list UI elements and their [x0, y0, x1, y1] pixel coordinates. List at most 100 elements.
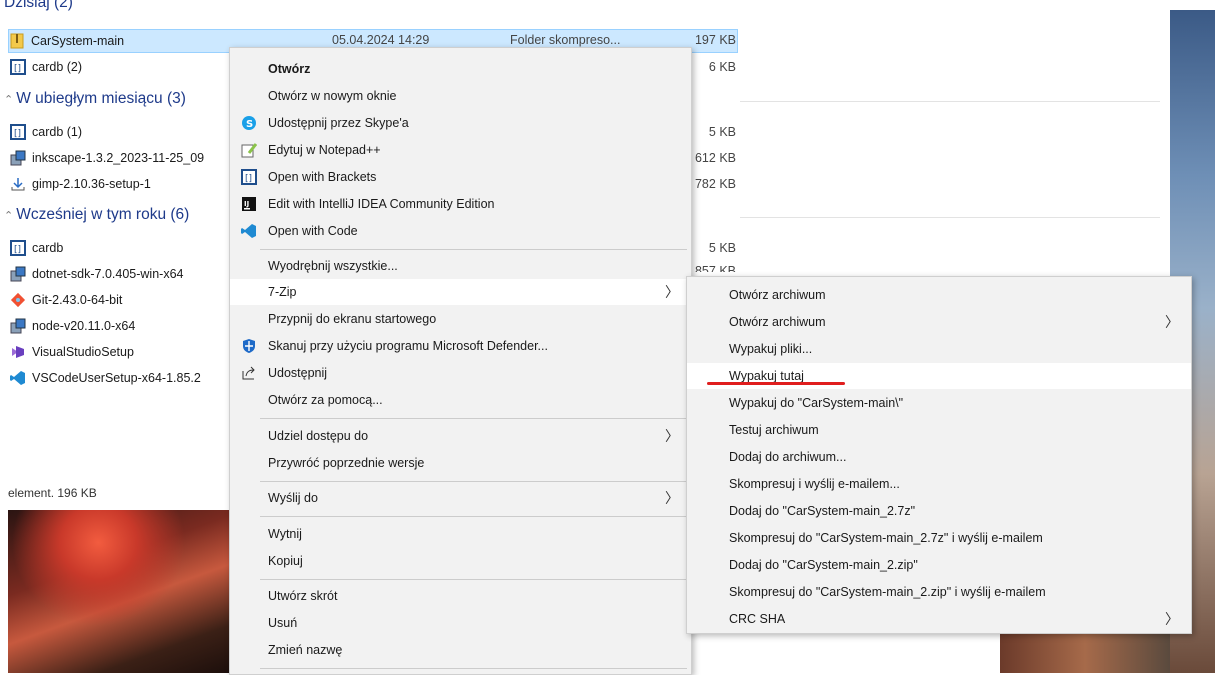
menu-item-label: Skompresuj do "CarSystem-main_2.7z" i wy…	[729, 531, 1043, 545]
group-header-label: W ubiegłym miesiącu (3)	[16, 90, 186, 107]
group-header-label: Dzisiaj (2)	[4, 0, 73, 11]
desktop-wallpaper	[8, 510, 234, 673]
submenu-item-open-archive-more[interactable]: Otwórz archiwum 〉	[687, 309, 1191, 335]
7zip-submenu: Otwórz archiwum Otwórz archiwum 〉 Wypakuj…	[686, 276, 1192, 634]
menu-item-label: Kopiuj	[268, 554, 303, 568]
submenu-item-add-to-archive[interactable]: Dodaj do archiwum...	[687, 444, 1191, 470]
file-row[interactable]: Git-2.43.0-64-bit	[10, 289, 122, 311]
submenu-item-compress-zip-email[interactable]: Skompresuj do "CarSystem-main_2.zip" i w…	[687, 579, 1191, 605]
menu-separator	[260, 516, 687, 517]
menu-item-label: Wypakuj do "CarSystem-main\"	[729, 396, 904, 410]
menu-item-restore-versions[interactable]: Przywróć poprzednie wersje	[230, 450, 691, 476]
menu-item-label: Skompresuj do "CarSystem-main_2.zip" i w…	[729, 585, 1046, 599]
group-header-this-year[interactable]: ⌃ Wcześniej w tym roku (6)	[4, 206, 189, 224]
file-name: node-v20.11.0-x64	[32, 319, 136, 333]
menu-item-label: Otwórz w nowym oknie	[268, 89, 397, 103]
submenu-item-add-zip[interactable]: Dodaj do "CarSystem-main_2.zip"	[687, 552, 1191, 578]
menu-item-label: Udziel dostępu do	[268, 429, 369, 443]
menu-item-brackets[interactable]: [] Open with Brackets	[230, 164, 691, 190]
vscode-icon	[10, 370, 26, 386]
submenu-item-open-archive[interactable]: Otwórz archiwum	[687, 282, 1191, 308]
submenu-item-extract-files[interactable]: Wypakuj pliki...	[687, 336, 1191, 362]
group-header-today[interactable]: Dzisiaj (2)	[4, 0, 73, 12]
menu-separator	[260, 481, 687, 482]
menu-item-defender-scan[interactable]: Skanuj przy użyciu programu Microsoft De…	[230, 333, 691, 359]
menu-item-rename[interactable]: Zmień nazwę	[230, 637, 691, 663]
menu-item-send-to[interactable]: Wyślij do 〉	[230, 485, 691, 511]
menu-item-pin-start[interactable]: Przypnij do ekranu startowego	[230, 306, 691, 332]
file-row[interactable]: dotnet-sdk-7.0.405-win-x64	[10, 263, 183, 285]
menu-item-notepadpp[interactable]: Edytuj w Notepad++	[230, 137, 691, 163]
menu-item-label: Skanuj przy użyciu programu Microsoft De…	[268, 339, 548, 353]
file-row[interactable]: [] cardb	[10, 237, 63, 259]
svg-text:[]: []	[245, 174, 252, 184]
menu-item-create-shortcut[interactable]: Utwórz skrót	[230, 583, 691, 609]
brackets-file-icon: []	[10, 124, 26, 140]
submenu-item-test-archive[interactable]: Testuj archiwum	[687, 417, 1191, 443]
menu-item-open[interactable]: Otwórz	[230, 56, 691, 82]
menu-item-skype-share[interactable]: S Udostępnij przez Skype'a	[230, 110, 691, 136]
file-name: CarSystem-main	[31, 34, 125, 48]
submenu-item-extract-here[interactable]: Wypakuj tutaj	[687, 363, 1191, 389]
menu-item-cut[interactable]: Wytnij	[230, 521, 691, 547]
menu-separator	[260, 418, 687, 419]
chevron-right-icon: 〉	[1165, 314, 1179, 330]
menu-item-label: Przywróć poprzednie wersje	[268, 456, 425, 470]
annotation-underline	[707, 382, 845, 385]
menu-item-label: Usuń	[268, 616, 298, 630]
file-name: gimp-2.10.36-setup-1	[32, 177, 151, 191]
menu-item-give-access[interactable]: Udziel dostępu do 〉	[230, 423, 691, 449]
file-row[interactable]: inkscape-1.3.2_2023-11-25_09	[10, 147, 204, 169]
skype-icon: S	[240, 114, 258, 132]
menu-item-label: 7-Zip	[268, 285, 297, 299]
file-row[interactable]: VisualStudioSetup	[10, 341, 134, 363]
file-name: cardb (1)	[32, 125, 83, 139]
menu-item-open-new-window[interactable]: Otwórz w nowym oknie	[230, 83, 691, 109]
file-row[interactable]: [] cardb (1)	[10, 121, 82, 143]
submenu-item-compress-7z-email[interactable]: Skompresuj do "CarSystem-main_2.7z" i wy…	[687, 525, 1191, 551]
menu-item-intellij[interactable]: IJ Edit with IntelliJ IDEA Community Edi…	[230, 191, 691, 217]
brackets-file-icon: []	[10, 59, 26, 75]
menu-item-delete[interactable]: Usuń	[230, 610, 691, 636]
notepadpp-icon	[240, 141, 258, 159]
menu-item-label: Testuj archiwum	[729, 423, 819, 437]
file-row[interactable]: VSCodeUserSetup-x64-1.85.2	[10, 367, 201, 389]
file-name: cardb	[32, 241, 64, 255]
menu-item-copy[interactable]: Kopiuj	[230, 548, 691, 574]
submenu-item-crc-sha[interactable]: CRC SHA 〉	[687, 606, 1191, 632]
submenu-item-extract-to-folder[interactable]: Wypakuj do "CarSystem-main\"	[687, 390, 1191, 416]
file-date: 05.04.2024 14:29	[332, 33, 430, 47]
file-name: Git-2.43.0-64-bit	[32, 293, 123, 307]
menu-item-label: Dodaj do archiwum...	[729, 450, 847, 464]
menu-item-7zip[interactable]: 7-Zip 〉	[230, 279, 691, 305]
chevron-right-icon: 〉	[665, 284, 679, 300]
file-row[interactable]: node-v20.11.0-x64	[10, 315, 135, 337]
context-menu: Otwórz Otwórz w nowym oknie S Udostępnij…	[229, 47, 692, 675]
file-type: Folder skompreso...	[510, 33, 621, 47]
group-header-last-month[interactable]: ⌃ W ubiegłym miesiącu (3)	[4, 90, 186, 108]
chevron-icon: ⌃	[4, 210, 14, 222]
menu-item-extract-all[interactable]: Wyodrębnij wszystkie...	[230, 253, 691, 279]
chevron-right-icon: 〉	[1165, 611, 1179, 627]
svg-text:S: S	[246, 119, 253, 130]
submenu-item-compress-email[interactable]: Skompresuj i wyślij e-mailem...	[687, 471, 1191, 497]
menu-item-label: Udostępnij	[268, 366, 328, 380]
menu-item-label: Dodaj do "CarSystem-main_2.7z"	[729, 504, 916, 518]
menu-item-label: Edit with IntelliJ IDEA Community Editio…	[268, 197, 495, 211]
file-row[interactable]: [] cardb (2)	[10, 56, 82, 78]
menu-item-label: Zmień nazwę	[268, 643, 343, 657]
file-size: 197 KB	[694, 33, 736, 47]
menu-item-share[interactable]: Udostępnij	[230, 360, 691, 386]
menu-item-label: Wytnij	[268, 527, 302, 541]
file-name: cardb (2)	[32, 60, 83, 74]
file-name: VisualStudioSetup	[32, 345, 134, 359]
menu-item-open-with[interactable]: Otwórz za pomocą...	[230, 387, 691, 413]
menu-item-label: Wyodrębnij wszystkie...	[268, 259, 398, 273]
menu-item-open-with-code[interactable]: Open with Code	[230, 218, 691, 244]
file-row[interactable]: gimp-2.10.36-setup-1	[10, 173, 151, 195]
submenu-item-add-7z[interactable]: Dodaj do "CarSystem-main_2.7z"	[687, 498, 1191, 524]
installer-icon	[10, 150, 26, 166]
group-divider	[740, 217, 1160, 218]
group-header-label: Wcześniej w tym roku (6)	[16, 206, 190, 223]
menu-item-label: Skompresuj i wyślij e-mailem...	[729, 477, 900, 491]
